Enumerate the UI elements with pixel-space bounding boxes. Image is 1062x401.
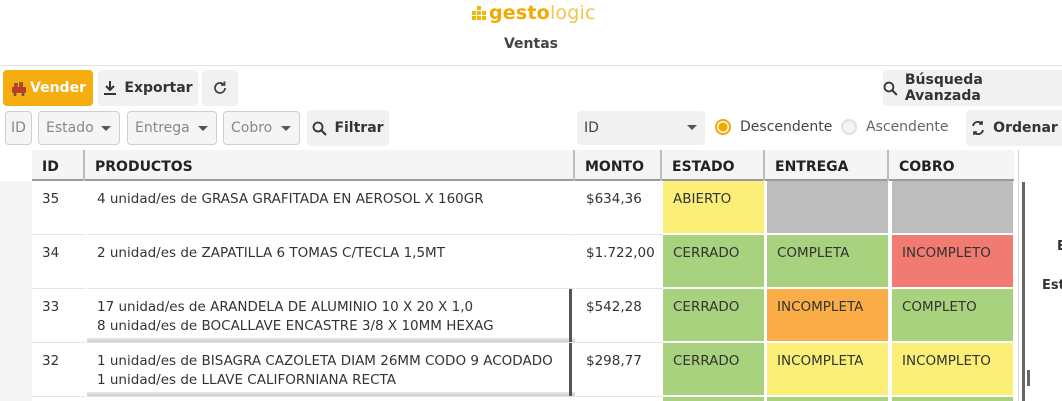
header-productos[interactable]: PRODUCTOS	[85, 150, 575, 181]
sort-ascending-label: Ascendente	[866, 119, 949, 135]
app-logo: gestologic	[472, 1, 596, 25]
cell-estado: CERRADO	[663, 343, 764, 397]
scrollbar[interactable]	[1027, 370, 1030, 386]
header-estado[interactable]: ESTADO	[662, 150, 765, 181]
logo-text: gestologic	[489, 2, 596, 24]
id-filter-input[interactable]: ID	[5, 111, 32, 145]
entrega-filter-select[interactable]: Entrega	[127, 111, 217, 145]
cell-estado: CERRADO	[663, 289, 764, 343]
cell-entrega: INCOMPLETA	[767, 289, 888, 343]
export-button[interactable]: Exportar	[98, 70, 198, 106]
sort-field-value: ID	[584, 120, 599, 136]
panel-divider	[1022, 182, 1025, 401]
scroll-shadow	[87, 338, 575, 342]
refresh-icon	[214, 81, 226, 94]
cell-cobro: INCOMPLETO	[892, 343, 1013, 397]
cell-id: 34	[32, 235, 85, 289]
advanced-search-label: Búsqueda Avanzada	[904, 72, 983, 104]
sales-table: ID PRODUCTOS MONTO ESTADO ENTREGA COBRO …	[0, 150, 1018, 401]
order-label: Ordenar	[993, 120, 1058, 136]
cell-cobro: INCOMPLETO	[892, 235, 1013, 289]
side-panel: E Est	[1018, 150, 1062, 401]
estado-filter-select[interactable]: Estado	[38, 111, 120, 145]
filter-button[interactable]: Filtrar	[307, 110, 389, 146]
export-label: Exportar	[124, 80, 193, 96]
cell-productos: 4 unidad/es de GRASA GRAFITADA EN AEROSO…	[87, 181, 575, 235]
sort-descending-radio[interactable]: Descendente	[715, 119, 832, 135]
logo-icon	[472, 6, 486, 20]
sell-label: Vender	[30, 80, 86, 96]
cell-monto: $542,28	[576, 289, 663, 343]
header-entrega[interactable]: ENTREGA	[765, 150, 889, 181]
radio-unchecked-icon	[841, 119, 857, 135]
cell-monto: $298,77	[576, 343, 663, 397]
refresh-button[interactable]	[202, 70, 238, 106]
search-icon	[883, 81, 898, 96]
cell-productos: 17 unidad/es de ARANDELA DE ALUMINIO 10 …	[87, 289, 575, 343]
id-filter-placeholder: ID	[11, 120, 26, 136]
cell-id: 33	[32, 289, 85, 343]
sort-descending-label: Descendente	[740, 119, 833, 135]
scroll-shadow	[87, 392, 575, 396]
cell-entrega: INCOMPLETA	[767, 343, 888, 397]
cell-id: 32	[32, 343, 85, 397]
advanced-search-button[interactable]: Búsqueda Avanzada	[883, 70, 1062, 106]
side-panel-label: E	[1057, 239, 1062, 254]
table-row[interactable]: 32 1 unidad/es de BISAGRA CAZOLETA DIAM …	[0, 343, 1014, 397]
sort-ascending-radio[interactable]: Ascendente	[841, 119, 949, 135]
cell-cobro: COMPLETO	[892, 289, 1013, 343]
chevron-down-icon	[198, 126, 208, 131]
header-monto[interactable]: MONTO	[575, 150, 662, 181]
sort-icon	[972, 121, 985, 135]
table-row[interactable]: 33 17 unidad/es de ARANDELA DE ALUMINIO …	[0, 289, 1014, 343]
radio-checked-icon	[715, 119, 731, 135]
filter-label: Filtrar	[334, 120, 384, 136]
page-title: Ventas	[503, 36, 558, 52]
cell-entrega: COMPLETA	[767, 235, 888, 289]
cell-estado: CERRADO	[663, 235, 764, 289]
table-header: ID PRODUCTOS MONTO ESTADO ENTREGA COBRO	[32, 150, 1014, 181]
download-icon	[104, 81, 117, 95]
app-header: gestologic Ventas	[0, 0, 1062, 66]
cell-productos: 2 unidad/es de ZAPATILLA 6 TOMAS C/TECLA…	[87, 235, 575, 289]
cobro-filter-placeholder: Cobro	[231, 120, 273, 136]
header-id[interactable]: ID	[32, 150, 85, 181]
cell-monto: $1.722,00	[576, 235, 663, 289]
header-cobro[interactable]: COBRO	[889, 150, 1014, 181]
scrollbar[interactable]	[569, 343, 572, 396]
cell-id: 35	[32, 181, 85, 235]
table-row[interactable]	[0, 397, 1014, 401]
cart-icon	[12, 82, 27, 96]
entrega-filter-placeholder: Entrega	[135, 120, 190, 136]
table-row[interactable]: 35 4 unidad/es de GRASA GRAFITADA EN AER…	[0, 181, 1014, 235]
table-row[interactable]: 34 2 unidad/es de ZAPATILLA 6 TOMAS C/TE…	[0, 235, 1014, 289]
cell-monto: $634,36	[576, 181, 663, 235]
order-button[interactable]: Ordenar	[966, 110, 1062, 146]
chevron-down-icon	[687, 125, 697, 130]
cell-entrega	[767, 181, 888, 235]
cell-productos: 1 unidad/es de BISAGRA CAZOLETA DIAM 26M…	[87, 343, 575, 397]
cell-estado: ABIERTO	[663, 181, 764, 235]
sell-button[interactable]: Vender	[3, 70, 93, 106]
chevron-down-icon	[281, 126, 291, 131]
search-icon	[313, 121, 328, 136]
cell-cobro	[892, 181, 1013, 235]
estado-filter-placeholder: Estado	[46, 120, 94, 136]
scrollbar[interactable]	[569, 289, 572, 342]
cobro-filter-select[interactable]: Cobro	[223, 111, 300, 145]
side-panel-label: Est	[1042, 278, 1062, 293]
sort-field-select[interactable]: ID	[577, 111, 705, 145]
chevron-down-icon	[101, 126, 111, 131]
